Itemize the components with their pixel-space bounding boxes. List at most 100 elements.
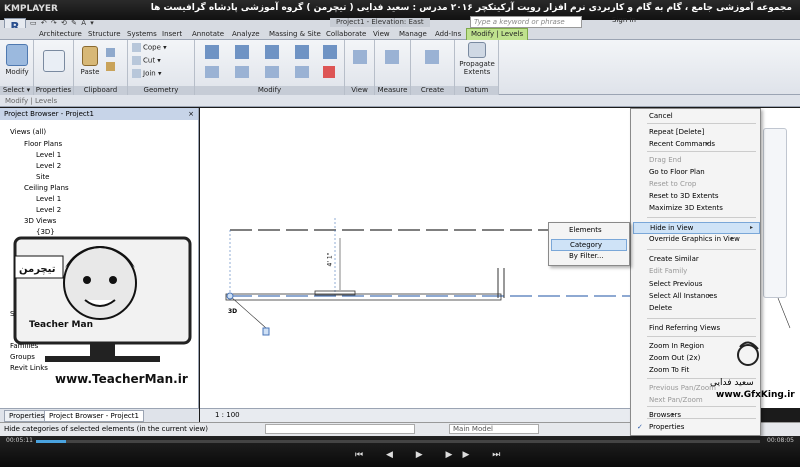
player-title-bar: KMPLAYER مجموعه آموزشی جامع ، گام به گام… (0, 0, 800, 20)
tab-view[interactable]: View (369, 29, 394, 39)
menu-item-label: Repeat [Delete] (649, 128, 705, 136)
join-button[interactable]: Join ▾ (132, 69, 161, 78)
menu-item-zoom-in-region[interactable]: Zoom In Region (649, 342, 704, 350)
tab-massing-site[interactable]: Massing & Site (265, 29, 325, 39)
clipboard-panel-label: Clipboard (74, 86, 127, 95)
propagate-icon (468, 42, 486, 58)
hide-icon[interactable] (353, 50, 369, 64)
browser-item[interactable]: Views (all) (10, 128, 46, 136)
menu-item-maximize-3d-extents[interactable]: Maximize 3D Extents (649, 204, 723, 212)
cut-button[interactable]: Cut ▾ (132, 56, 161, 65)
menu-item-reset-to-3d-extents[interactable]: Reset to 3D Extents (649, 192, 719, 200)
measure-panel-label: Measure (375, 86, 410, 95)
scale-icon[interactable] (265, 66, 281, 78)
menu-item-find-referring-views[interactable]: Find Referring Views (649, 324, 720, 332)
mirror-icon[interactable] (205, 66, 221, 78)
browser-item-label: 3D Views (24, 217, 57, 225)
copy-element-icon[interactable] (265, 45, 281, 59)
menu-item-select-previous[interactable]: Select Previous (649, 280, 702, 288)
menu-item-recent-commands[interactable]: Recent Commands ▸ (649, 140, 715, 148)
menu-separator (647, 406, 756, 407)
tab-add-ins[interactable]: Add-Ins (431, 29, 465, 39)
modify-button[interactable]: Modify (3, 44, 31, 76)
menu-item-delete[interactable]: Delete (649, 304, 672, 312)
tab-collaborate[interactable]: Collaborate (322, 29, 370, 39)
seek-progress (36, 440, 66, 443)
panel-create: Create (411, 40, 455, 95)
measure-icon[interactable] (385, 50, 401, 64)
trim-icon[interactable] (323, 45, 339, 59)
menu-item-label: Zoom Out (2x) (649, 354, 701, 362)
menu-item-cancel[interactable]: Cancel (649, 112, 673, 120)
cope-button[interactable]: Cope ▾ (132, 43, 167, 52)
menu-item-properties[interactable]: Properties ✓ (637, 423, 684, 431)
paste-button[interactable]: Paste (78, 46, 102, 76)
menu-item-go-to-floor-plan[interactable]: Go to Floor Plan (649, 168, 705, 176)
close-icon[interactable]: × (188, 108, 194, 120)
menu-item-zoom-out-2x[interactable]: Zoom Out (2x) (649, 354, 700, 362)
menu-item-select-all-instances[interactable]: Select All Instances ▸ (649, 292, 717, 300)
view-scale[interactable]: 1 : 100 (215, 411, 240, 419)
panel-geometry: Cope ▾ Cut ▾ Join ▾ Geometry (128, 40, 195, 95)
browser-item[interactable]: Level 2 (36, 162, 61, 170)
ribbon: Modify Select ▾ Properties Paste Clipboa… (0, 40, 800, 95)
browser-item[interactable]: Level 1 (36, 195, 61, 203)
select-dropdown[interactable]: Select ▾ (0, 86, 33, 95)
design-option-select[interactable]: Main Model (449, 424, 539, 434)
tab-modify-levels[interactable]: Modify | Levels (466, 28, 529, 40)
tab-manage[interactable]: Manage (395, 29, 431, 39)
tab-systems[interactable]: Systems (123, 29, 161, 39)
tab-structure[interactable]: Structure (84, 29, 125, 39)
panel-modify: Modify (195, 40, 345, 95)
menu-item-label: Hide in View (650, 224, 694, 232)
view-panel-label: View (345, 86, 374, 95)
menu-item-reset-to-crop: Reset to Crop (649, 180, 696, 188)
options-bar: Modify | Levels (0, 95, 800, 107)
tab-properties[interactable]: Properties (4, 410, 50, 422)
browser-item[interactable]: Level 2 (36, 206, 61, 214)
menu-item-label: Override Graphics in View (649, 235, 740, 243)
submenu-item-category[interactable]: Category (551, 239, 627, 251)
cursor-icon (6, 44, 28, 66)
propagate-extents-button[interactable]: Propagate Extents (457, 42, 497, 76)
join-icon (132, 69, 141, 78)
hide-in-view-submenu: Elements Category By Filter... (548, 222, 630, 266)
tab-analyze[interactable]: Analyze (228, 29, 264, 39)
browser-item[interactable]: Floor Plans (24, 140, 62, 148)
check-icon: ✓ (637, 423, 643, 431)
tab-annotate[interactable]: Annotate (188, 29, 228, 39)
properties-button[interactable] (42, 50, 66, 74)
menu-item-override-graphics-in-view[interactable]: Override Graphics in View ▸ (649, 235, 740, 243)
delete-icon[interactable] (323, 66, 337, 78)
sign-in-button[interactable]: Sign In (612, 16, 636, 24)
align-icon[interactable] (205, 45, 221, 59)
submenu-item-elements[interactable]: Elements (569, 226, 602, 234)
browser-item[interactable]: Site (36, 173, 49, 181)
copy-icon[interactable] (106, 48, 117, 57)
workset-select[interactable] (265, 424, 415, 434)
menu-item-repeat-delete[interactable]: Repeat [Delete] (649, 128, 704, 136)
match-icon[interactable] (106, 62, 117, 71)
tab-architecture[interactable]: Architecture (35, 29, 86, 39)
quick-access-toolbar[interactable]: ▭ ↶ ↷ ⟲ ✎ A ▾ (30, 19, 95, 27)
browser-item[interactable]: 3D Views (24, 217, 56, 225)
menu-item-hide-in-view[interactable]: Hide in View ▸ (633, 222, 760, 234)
navigation-bar[interactable] (763, 128, 787, 298)
menu-separator (647, 151, 756, 152)
menu-item-zoom-to-fit[interactable]: Zoom To Fit (649, 366, 689, 374)
browser-item[interactable]: Ceiling Plans (24, 184, 69, 192)
pin-icon[interactable] (295, 66, 311, 78)
tab-insert[interactable]: Insert (158, 29, 186, 39)
submenu-item-by-filter[interactable]: By Filter... (569, 252, 604, 260)
search-input[interactable]: Type a keyword or phrase (470, 16, 582, 28)
menu-item-create-similar[interactable]: Create Similar (649, 255, 699, 263)
seek-bar[interactable] (36, 440, 760, 443)
move-icon[interactable] (235, 45, 251, 59)
browser-item[interactable]: Level 1 (36, 151, 61, 159)
playback-buttons[interactable]: ⏮ ◀ ▶ ▶▶ ⏭ (355, 450, 510, 460)
create-icon[interactable] (425, 50, 441, 64)
panel-measure: Measure (375, 40, 411, 95)
array-icon[interactable] (235, 66, 251, 78)
tab-project-browser[interactable]: Project Browser - Project1 (44, 410, 144, 422)
rotate-icon[interactable] (295, 45, 311, 59)
